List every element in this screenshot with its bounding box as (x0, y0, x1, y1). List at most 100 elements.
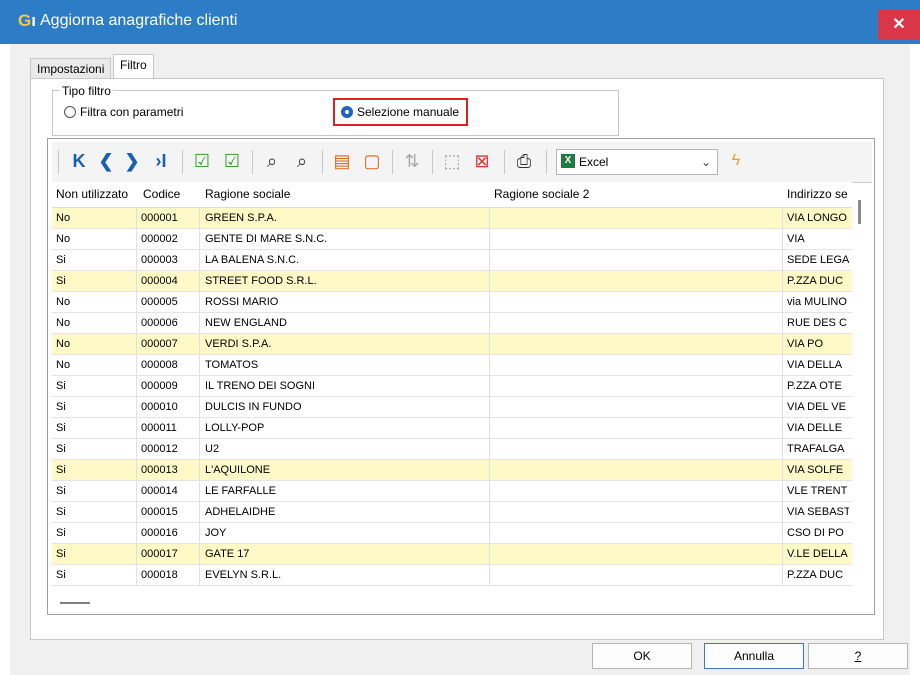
column-header-ragione-sociale-2[interactable]: Ragione sociale 2 (494, 182, 589, 207)
tab-filtro[interactable]: Filtro (113, 54, 154, 79)
cell-codice[interactable]: 000012 (141, 439, 200, 459)
cell-codice[interactable]: 000014 (141, 481, 200, 501)
table-row[interactable]: No 000006 NEW ENGLAND RUE DES C (52, 313, 852, 334)
cell-indirizzo[interactable]: VIA DELLA (787, 355, 849, 375)
table-row[interactable]: No 000001 GREEN S.P.A. VIA LONGO (52, 208, 852, 229)
select-all-icon[interactable]: ☑ (188, 146, 216, 176)
cell-ragione-sociale[interactable]: LOLLY-POP (205, 418, 490, 438)
close-button[interactable]: ✕ (878, 10, 920, 40)
sort-icon[interactable]: ⇅ (398, 146, 426, 176)
cell-codice[interactable]: 000007 (141, 334, 200, 354)
cell-indirizzo[interactable]: TRAFALGA (787, 439, 849, 459)
cell-indirizzo[interactable]: P.ZZA DUC (787, 565, 849, 585)
cell-non-utilizzato[interactable]: Si (56, 376, 137, 396)
table-row[interactable]: Si 000003 LA BALENA S.N.C. SEDE LEGA (52, 250, 852, 271)
cell-indirizzo[interactable]: VIA SEBAST (787, 502, 849, 522)
vertical-scrollbar[interactable] (852, 196, 872, 596)
table-row[interactable]: Si 000009 IL TRENO DEI SOGNI P.ZZA OTE (52, 376, 852, 397)
cell-ragione-sociale-2[interactable] (494, 481, 783, 501)
cell-non-utilizzato[interactable]: Si (56, 397, 137, 417)
column-header-non-utilizzato[interactable]: Non utilizzato (56, 182, 128, 207)
cell-ragione-sociale-2[interactable] (494, 397, 783, 417)
cell-ragione-sociale[interactable]: GREEN S.P.A. (205, 208, 490, 228)
cell-ragione-sociale[interactable]: ROSSI MARIO (205, 292, 490, 312)
cell-non-utilizzato[interactable]: No (56, 334, 137, 354)
cell-ragione-sociale-2[interactable] (494, 502, 783, 522)
cell-indirizzo[interactable]: P.ZZA OTE (787, 376, 849, 396)
first-record-icon[interactable]: K (66, 146, 92, 176)
cell-codice[interactable]: 000010 (141, 397, 200, 417)
cell-non-utilizzato[interactable]: Si (56, 544, 137, 564)
cell-codice[interactable]: 000015 (141, 502, 200, 522)
table-row[interactable]: Si 000013 L'AQUILONE VIA SOLFE (52, 460, 852, 481)
cell-indirizzo[interactable]: VIA PO (787, 334, 849, 354)
export-format-select[interactable]: X Excel ⌄ (556, 149, 718, 175)
cell-non-utilizzato[interactable]: No (56, 229, 137, 249)
cell-indirizzo[interactable]: VIA LONGO (787, 208, 849, 228)
table-row[interactable]: Si 000014 LE FARFALLE VLE TRENT (52, 481, 852, 502)
column-header-ragione-sociale[interactable]: Ragione sociale (205, 182, 290, 207)
cell-indirizzo[interactable]: VIA (787, 229, 849, 249)
print-icon[interactable]: ⎙ (510, 146, 538, 176)
table-row[interactable]: No 000007 VERDI S.P.A. VIA PO (52, 334, 852, 355)
last-record-icon[interactable]: ›I (148, 146, 174, 176)
cell-indirizzo[interactable]: V.LE DELLA (787, 544, 849, 564)
cell-ragione-sociale-2[interactable] (494, 544, 783, 564)
cell-codice[interactable]: 000013 (141, 460, 200, 480)
tab-impostazioni[interactable]: Impostazioni (30, 58, 112, 79)
previous-record-icon[interactable]: ❮ (94, 146, 118, 176)
cancel-button[interactable]: Annulla (704, 643, 804, 669)
cell-non-utilizzato[interactable]: Si (56, 250, 137, 270)
cell-ragione-sociale-2[interactable] (494, 271, 783, 291)
cell-codice[interactable]: 000009 (141, 376, 200, 396)
cell-codice[interactable]: 000001 (141, 208, 200, 228)
cell-ragione-sociale-2[interactable] (494, 355, 783, 375)
cell-non-utilizzato[interactable]: No (56, 355, 137, 375)
columns-icon[interactable]: ▤ (328, 146, 356, 176)
cell-codice[interactable]: 000003 (141, 250, 200, 270)
cell-non-utilizzato[interactable]: Si (56, 481, 137, 501)
cell-codice[interactable]: 000002 (141, 229, 200, 249)
cell-non-utilizzato[interactable]: Si (56, 502, 137, 522)
cell-non-utilizzato[interactable]: Si (56, 565, 137, 585)
cell-codice[interactable]: 000016 (141, 523, 200, 543)
cell-ragione-sociale[interactable]: GENTE DI MARE S.N.C. (205, 229, 490, 249)
cell-ragione-sociale[interactable]: STREET FOOD S.R.L. (205, 271, 490, 291)
cell-non-utilizzato[interactable]: Si (56, 439, 137, 459)
cell-ragione-sociale[interactable]: LA BALENA S.N.C. (205, 250, 490, 270)
cell-ragione-sociale[interactable]: TOMATOS (205, 355, 490, 375)
table-row[interactable]: Si 000017 GATE 17 V.LE DELLA (52, 544, 852, 565)
horizontal-scrollbar-thumb[interactable] (60, 602, 90, 604)
cell-indirizzo[interactable]: RUE DES C (787, 313, 849, 333)
cell-codice[interactable]: 000006 (141, 313, 200, 333)
cell-ragione-sociale-2[interactable] (494, 565, 783, 585)
new-note-icon[interactable]: ▢ (358, 146, 386, 176)
cell-ragione-sociale-2[interactable] (494, 334, 783, 354)
table-row[interactable]: Si 000018 EVELYN S.R.L. P.ZZA DUC (52, 565, 852, 586)
radio-selezione-manuale[interactable]: Selezione manuale (341, 105, 459, 119)
cell-ragione-sociale[interactable]: JOY (205, 523, 490, 543)
cell-codice[interactable]: 000004 (141, 271, 200, 291)
table-row[interactable]: Si 000016 JOY CSO DI PO (52, 523, 852, 544)
table-row[interactable]: No 000008 TOMATOS VIA DELLA (52, 355, 852, 376)
next-record-icon[interactable]: ❯ (120, 146, 144, 176)
cell-ragione-sociale-2[interactable] (494, 376, 783, 396)
table-row[interactable]: Si 000010 DULCIS IN FUNDO VIA DEL VE (52, 397, 852, 418)
cell-ragione-sociale[interactable]: LE FARFALLE (205, 481, 490, 501)
table-row[interactable]: No 000002 GENTE DI MARE S.N.C. VIA (52, 229, 852, 250)
cell-indirizzo[interactable]: VIA SOLFE (787, 460, 849, 480)
cell-ragione-sociale[interactable]: GATE 17 (205, 544, 490, 564)
cell-non-utilizzato[interactable]: Si (56, 460, 137, 480)
select-filtered-icon[interactable]: ☑ (218, 146, 246, 176)
cell-ragione-sociale-2[interactable] (494, 229, 783, 249)
cell-indirizzo[interactable]: P.ZZA DUC (787, 271, 849, 291)
cell-ragione-sociale-2[interactable] (494, 523, 783, 543)
cell-indirizzo[interactable]: VLE TRENT (787, 481, 849, 501)
cell-non-utilizzato[interactable]: Si (56, 418, 137, 438)
deselect-icon[interactable]: ⬚ (438, 146, 466, 176)
column-header-codice[interactable]: Codice (143, 182, 180, 207)
cell-ragione-sociale-2[interactable] (494, 439, 783, 459)
help-button[interactable]: ? (808, 643, 908, 669)
table-row[interactable]: Si 000012 U2 TRAFALGA (52, 439, 852, 460)
cell-ragione-sociale[interactable]: DULCIS IN FUNDO (205, 397, 490, 417)
